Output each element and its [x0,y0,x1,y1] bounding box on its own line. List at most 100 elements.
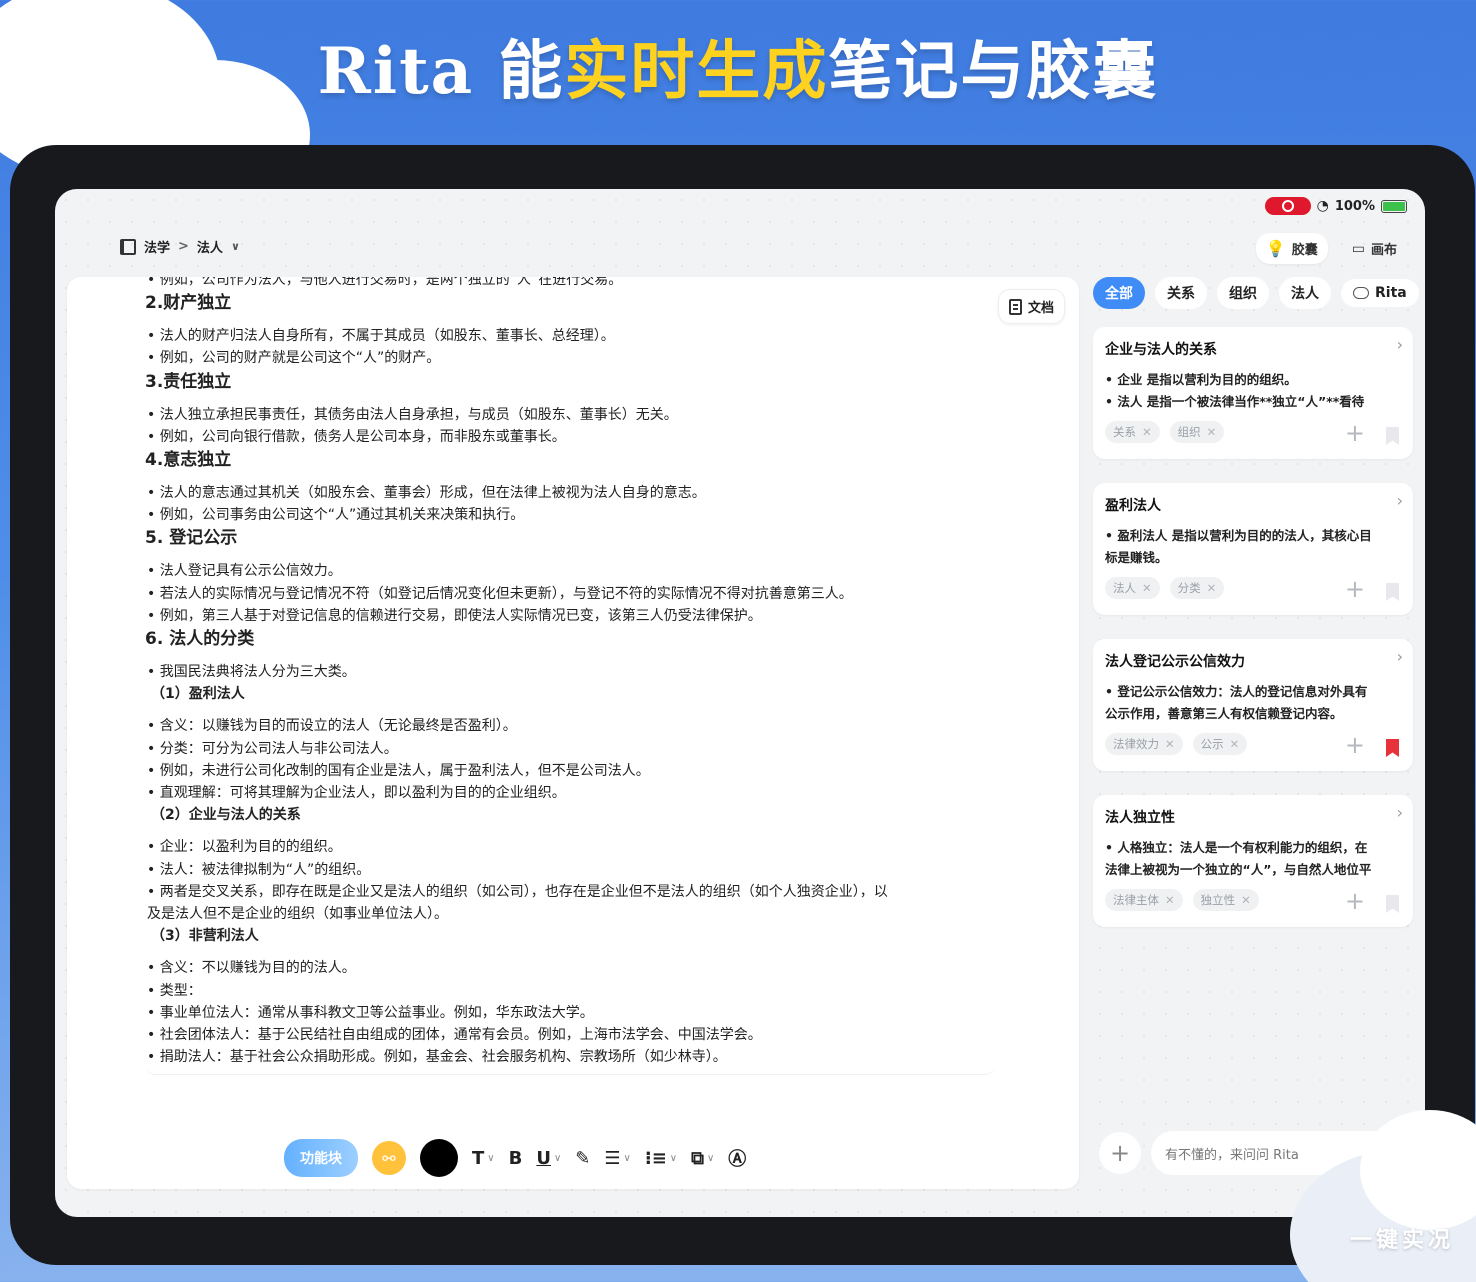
app-screen: ◔ 100% 法学 > 法人 ∨ 💡 胶囊 ▭ 画布 • 例如，公司作为法人，与… [55,189,1425,1217]
document-lines: • 例如，公司作为法人，与他人进行交易时，是两个独立的“人”在进行交易。 2.财产… [145,277,995,1068]
filter-relation[interactable]: 关系 [1155,277,1207,309]
tag-label: 关系 [1113,425,1136,439]
ai-icon: Ⓐ [728,1149,747,1170]
tag-label: 法律效力 [1113,737,1159,751]
close-icon[interactable]: ✕ [1165,893,1175,907]
bullet-line: • 我国民法典将法人分为三大类。 [147,664,356,681]
chevron-down-icon: ∨ [487,1152,495,1164]
chevron-right-icon[interactable]: › [1397,491,1403,510]
capsule-tag[interactable]: 法人 ✕ [1105,577,1160,599]
bullet-line: • 若法人的实际情况与登记情况不符（如登记后情况变化但未更新），与登记不符的实际… [147,585,853,602]
capsule-tag[interactable]: 法律效力 ✕ [1105,733,1183,755]
bullet-line: • 分类：可分为公司法人与非公司法人。 [147,740,398,757]
tag-label: 独立性 [1200,893,1236,907]
chevron-right-icon[interactable]: › [1397,803,1403,822]
align-tool[interactable]: ☰ ∨ [604,1148,630,1169]
capsule-tag[interactable]: 公示 ✕ [1192,733,1248,755]
filter-all[interactable]: 全部 [1093,277,1145,309]
document-content[interactable]: • 例如，公司作为法人，与他人进行交易时，是两个独立的“人”在进行交易。 2.财产… [145,277,995,1075]
capsule-summary: • 登记公示公信效力：法人的登记信息对外具有 公示作用，善意第三人有权信赖登记内容… [1105,681,1401,725]
copy-icon: ⧉ [691,1147,704,1169]
capsule-title: 法人登记公示公信效力 [1105,654,1245,670]
capsule-tag[interactable]: 法律主体 ✕ [1105,889,1183,911]
text-color-swatch[interactable] [420,1139,458,1177]
capsule-card[interactable]: 法人登记公示公信效力 › • 登记公示公信效力：法人的登记信息对外具有 公示作用，善意… [1093,639,1413,771]
function-block-button[interactable]: 功能块 [284,1139,358,1177]
capsule-tag[interactable]: 组织 ✕ [1169,421,1225,443]
bullet-line: • 例如，公司作为法人，与他人进行交易时，是两个独立的“人”在进行交易。 [147,277,623,288]
document-button-label: 文档 [1027,301,1054,316]
capsule-summary-line: 公示作用，善意第三人有权信赖登记内容。 [1105,706,1343,721]
filter-organization[interactable]: 组织 [1217,277,1269,309]
capsule-card[interactable]: 盈利法人 › • 盈利法人 是指以营利为目的的法人，其核心目 标是赚钱。 法人 ✕ 分类 ✕ + [1093,483,1413,615]
capsule-summary-line: • 人格独立：法人是一个有权利能力的组织，在 [1105,840,1368,855]
capsule-label: 胶囊 [1291,243,1318,258]
capsule-summary-line: 标是赚钱。 [1105,550,1168,565]
link-icon[interactable]: ⚯ [372,1141,406,1175]
bullet-line: • 例如，第三人基于对登记信息的信赖进行交易，即使法人实际情况已变，该第三人仍受… [147,607,762,624]
format-toolbar: 功能块 ⚯ T ∨ B U ∨ ✎ ☰ ∨ ⁝≡ ∨ ⧉ ∨ Ⓐ [284,1139,746,1177]
breadcrumb-current[interactable]: 法人 [197,237,223,256]
close-icon[interactable]: ✕ [1230,737,1240,751]
bullet-line: • 类型： [147,982,202,999]
status-bar: ◔ 100% [1264,197,1407,215]
capsule-tag[interactable]: 关系 ✕ [1105,421,1160,443]
close-icon[interactable]: ✕ [1241,893,1251,907]
capsule-summary-line: • 企业 是指以营利为目的的组织。 [1105,372,1297,387]
filter-rita[interactable]: Rita [1341,279,1419,307]
bullet-line: • 直观理解：可将其理解为企业法人，即以盈利为目的的企业组织。 [147,785,566,802]
bullet-list-icon: ⁝≡ [644,1147,667,1169]
capsule-button[interactable]: 💡 胶囊 [1255,233,1328,264]
chevron-down-icon: ∨ [706,1152,715,1164]
plus-icon[interactable]: + [1345,421,1365,445]
battery-icon [1381,199,1407,213]
close-icon[interactable]: ✕ [1142,425,1152,439]
plus-icon[interactable]: + [1345,733,1365,757]
capsule-summary: • 盈利法人 是指以营利为目的的法人，其核心目 标是赚钱。 [1105,525,1401,569]
tag-label: 法律主体 [1113,893,1159,907]
bullet-line: 及是法人但不是企业的组织（如事业单位法人）。 [147,906,448,923]
tag-label: 法人 [1113,581,1136,595]
canvas-label: 画布 [1370,243,1397,258]
capsule-card[interactable]: 企业与法人的关系 › • 企业 是指以营利为目的的组织。 • 法人 是指一个被法律当作… [1093,327,1413,459]
list-tool[interactable]: ⁝≡ ∨ [645,1148,677,1169]
top-actions: 💡 胶囊 ▭ 画布 [1255,233,1407,264]
highlight-button[interactable]: ✎ [575,1148,590,1169]
chevron-down-icon[interactable]: ∨ [231,240,240,253]
capsule-tag[interactable]: 分类 ✕ [1169,577,1225,599]
filter-legal-person[interactable]: 法人 [1279,277,1331,309]
canvas-button[interactable]: ▭ 画布 [1342,233,1407,264]
text-style-tool[interactable]: T ∨ [472,1148,495,1169]
capsule-tag[interactable]: 独立性 ✕ [1192,889,1259,911]
insert-tool[interactable]: ⧉ ∨ [691,1148,714,1169]
underline-tool[interactable]: U ∨ [536,1148,561,1169]
ai-button[interactable]: Ⓐ [728,1145,746,1171]
canvas-icon: ▭ [1351,240,1365,257]
document-button[interactable]: 文档 [997,289,1065,324]
chevron-right-icon[interactable]: › [1397,335,1403,354]
close-icon[interactable]: ✕ [1165,737,1175,751]
plus-icon[interactable]: + [1345,577,1365,601]
bold-button[interactable]: B [509,1148,523,1169]
breadcrumb-root[interactable]: 法学 [144,237,170,256]
section-heading: 2.财产独立 [145,293,232,314]
add-button[interactable]: + [1099,1132,1141,1174]
subsection-heading: （3）非营利法人 [151,928,259,945]
capsule-summary-line: • 登记公示公信效力：法人的登记信息对外具有 [1105,684,1368,699]
tag-label: 公示 [1200,737,1224,751]
close-icon[interactable]: ✕ [1142,581,1152,595]
plus-icon[interactable]: + [1345,889,1365,913]
bullet-line: • 企业：以盈利为目的的组织。 [147,839,342,856]
banner-part1: Rita 能 [317,34,565,109]
close-icon[interactable]: ✕ [1207,581,1217,595]
bullet-line: • 含义：不以赚钱为目的的法人。 [147,960,356,977]
capsule-card[interactable]: 法人独立性 › • 人格独立：法人是一个有权利能力的组织，在 法律上被视为一个独立的“… [1093,795,1413,927]
banner-highlight: 实时生成 [564,34,829,109]
notebook-icon [120,238,136,255]
close-icon[interactable]: ✕ [1207,425,1217,439]
capsule-title: 企业与法人的关系 [1105,342,1217,358]
chevron-right-icon[interactable]: › [1397,647,1403,666]
